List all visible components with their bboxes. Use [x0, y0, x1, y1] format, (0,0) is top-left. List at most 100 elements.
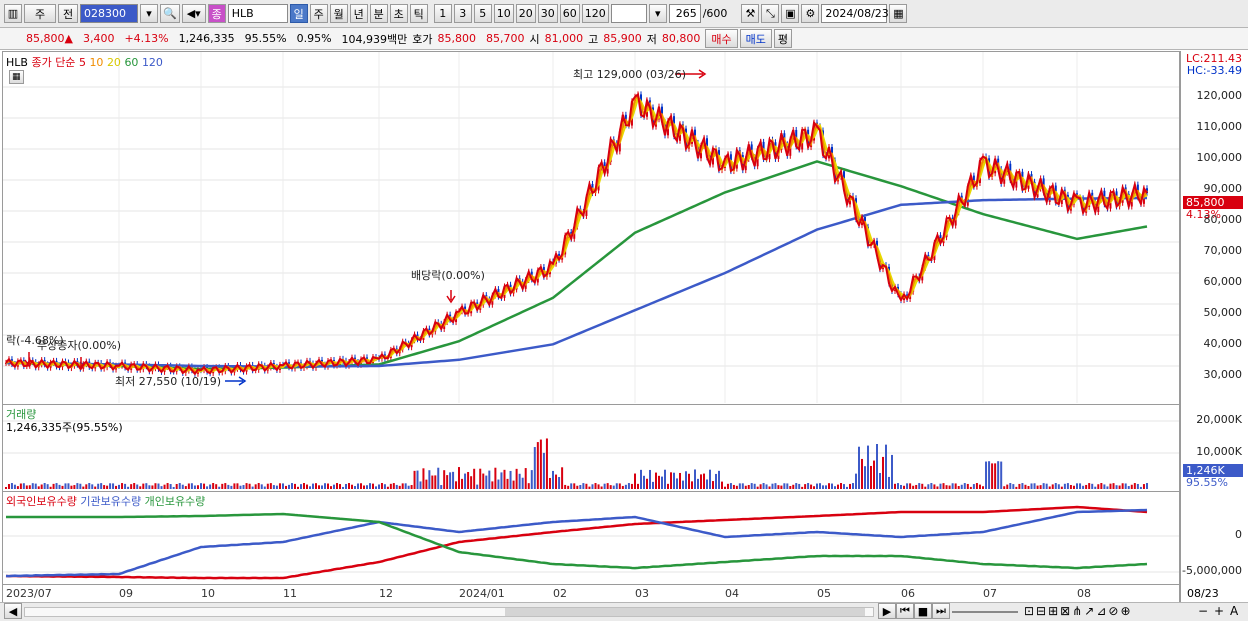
scroll-left-icon[interactable]: ◀: [4, 603, 22, 619]
volume-bar: [227, 484, 230, 489]
zoom-slider[interactable]: [952, 611, 1018, 613]
num-10[interactable]: 10: [493, 4, 514, 23]
num-60[interactable]: 60: [559, 4, 580, 23]
volume-bar: [954, 483, 957, 489]
scroll-right-icon[interactable]: ▶: [878, 603, 896, 619]
scrollbar-track[interactable]: [24, 607, 874, 617]
num-5[interactable]: 5: [473, 4, 492, 23]
stop-icon[interactable]: ■: [914, 603, 932, 619]
ma10-line: [5, 93, 1148, 374]
rewind-icon[interactable]: ⏮: [896, 603, 914, 619]
x-label-end: 08/23: [1187, 587, 1219, 600]
volume-bar: [585, 483, 588, 489]
volume-pane[interactable]: 거래량 1,246,335주(95.55%): [3, 404, 1179, 490]
volume-bar: [801, 486, 804, 489]
holdings-pane[interactable]: 외국인보유수량 기관보유수량 개인보유수량: [3, 491, 1179, 584]
volume-bar: [55, 483, 58, 489]
volume-bar: [7, 484, 10, 489]
x-label-5: 2024/01: [459, 587, 505, 600]
volume-bar: [858, 446, 860, 489]
prev-next-icon[interactable]: ◀▾: [181, 4, 206, 23]
bonus-annotation: 무상증자(0.00%): [37, 339, 122, 352]
count-input[interactable]: 265: [668, 4, 701, 23]
volume-bar: [582, 483, 585, 489]
tick-70000: 70,000: [1203, 244, 1243, 257]
volume-bar: [527, 483, 530, 489]
chart-icon[interactable]: ▥: [4, 4, 22, 23]
num-1[interactable]: 1: [433, 4, 452, 23]
buy-button[interactable]: 매수: [705, 29, 738, 48]
period-day[interactable]: 일: [289, 4, 308, 23]
code-input[interactable]: 028300: [80, 4, 138, 23]
period-minute[interactable]: 분: [369, 4, 388, 23]
volume-bar: [888, 476, 890, 489]
volume-bar: [446, 475, 449, 489]
period-second[interactable]: 초: [389, 4, 408, 23]
font-size-icon[interactable]: A: [1230, 604, 1238, 618]
zoom-in-icon[interactable]: +: [1214, 604, 1224, 618]
volume-bar: [700, 474, 702, 489]
volume-bar: [5, 487, 7, 489]
period-tick[interactable]: 틱: [409, 4, 428, 23]
volume-bar: [1106, 486, 1109, 489]
sell-button[interactable]: 매도: [739, 29, 772, 48]
volume-bar: [900, 484, 902, 489]
volume-bar: [1139, 486, 1142, 489]
interval-input[interactable]: [610, 4, 647, 23]
num-20[interactable]: 20: [515, 4, 536, 23]
period-year[interactable]: 년: [349, 4, 368, 23]
code-dropdown-icon[interactable]: ▾: [140, 4, 158, 23]
forward-icon[interactable]: ⏭: [932, 603, 950, 619]
date-input[interactable]: 2024/08/23: [821, 4, 889, 23]
volume-bar: [242, 485, 245, 489]
save-icon[interactable]: ▣: [781, 4, 800, 23]
volume-bar: [458, 467, 460, 489]
tools-icon[interactable]: ⚒: [741, 4, 760, 23]
volume-bar: [630, 483, 633, 489]
volume-bar: [443, 470, 446, 489]
draw-icon[interactable]: ⤡: [761, 4, 780, 23]
volume-bar: [1124, 483, 1127, 489]
volume-bar: [521, 477, 524, 489]
scrollbar-thumb[interactable]: [505, 608, 865, 616]
price-pane[interactable]: HLB 종가 단순 5 10 20 60 120 ▦ 최고 129,000 (0…: [3, 52, 1179, 403]
gear-icon[interactable]: ⚙: [801, 4, 820, 23]
num-120[interactable]: 120: [581, 4, 609, 23]
search-icon[interactable]: 🔍: [160, 4, 180, 23]
volume-bar: [410, 485, 413, 489]
change-pct: +4.13%: [124, 32, 169, 45]
volume-bar: [1048, 486, 1051, 489]
volume-bar: [440, 485, 443, 489]
product-type-icon: 종: [207, 4, 226, 23]
volume-bar: [330, 486, 332, 489]
volume-bar: [768, 486, 771, 489]
interval-dropdown-icon[interactable]: ▾: [648, 4, 667, 23]
chart-menu-icon[interactable]: ▦: [9, 70, 24, 84]
calendar-icon[interactable]: ▦: [889, 4, 908, 23]
volume-bar: [254, 484, 257, 489]
view-tools-icon[interactable]: ⊡⊟⊞⊠⋔↗⊿⊘⊕: [1024, 604, 1133, 618]
prev-button[interactable]: 전: [58, 4, 78, 23]
volume-bar: [1091, 483, 1094, 489]
volume-bar: [753, 483, 756, 489]
stock-name-field[interactable]: HLB: [227, 4, 288, 23]
volume-bar: [795, 483, 798, 489]
chart-area[interactable]: HLB 종가 단순 5 10 20 60 120 ▦ 최고 129,000 (0…: [2, 51, 1180, 605]
period-month[interactable]: 월: [329, 4, 348, 23]
scroll-toolbar[interactable]: ◀ ▶ ⏮ ■ ⏭ ⊡⊟⊞⊠⋔↗⊿⊘⊕ − + A: [0, 602, 1248, 621]
volume-bar: [828, 483, 830, 489]
avg-button[interactable]: 평: [773, 29, 792, 48]
tick-40000: 40,000: [1203, 337, 1243, 350]
num-30[interactable]: 30: [537, 4, 558, 23]
type-select[interactable]: 주: [24, 4, 56, 23]
dividend-annotation: 배당락(0.00%): [411, 269, 485, 282]
period-week[interactable]: 주: [309, 4, 328, 23]
num-3[interactable]: 3: [453, 4, 472, 23]
volume-bar: [852, 483, 854, 489]
volume-bar: [236, 483, 239, 489]
volume-bar: [266, 483, 269, 489]
volume-bar: [248, 483, 251, 489]
volume-bar: [206, 486, 209, 489]
zoom-out-icon[interactable]: −: [1198, 604, 1208, 618]
volume-bar: [233, 483, 236, 489]
